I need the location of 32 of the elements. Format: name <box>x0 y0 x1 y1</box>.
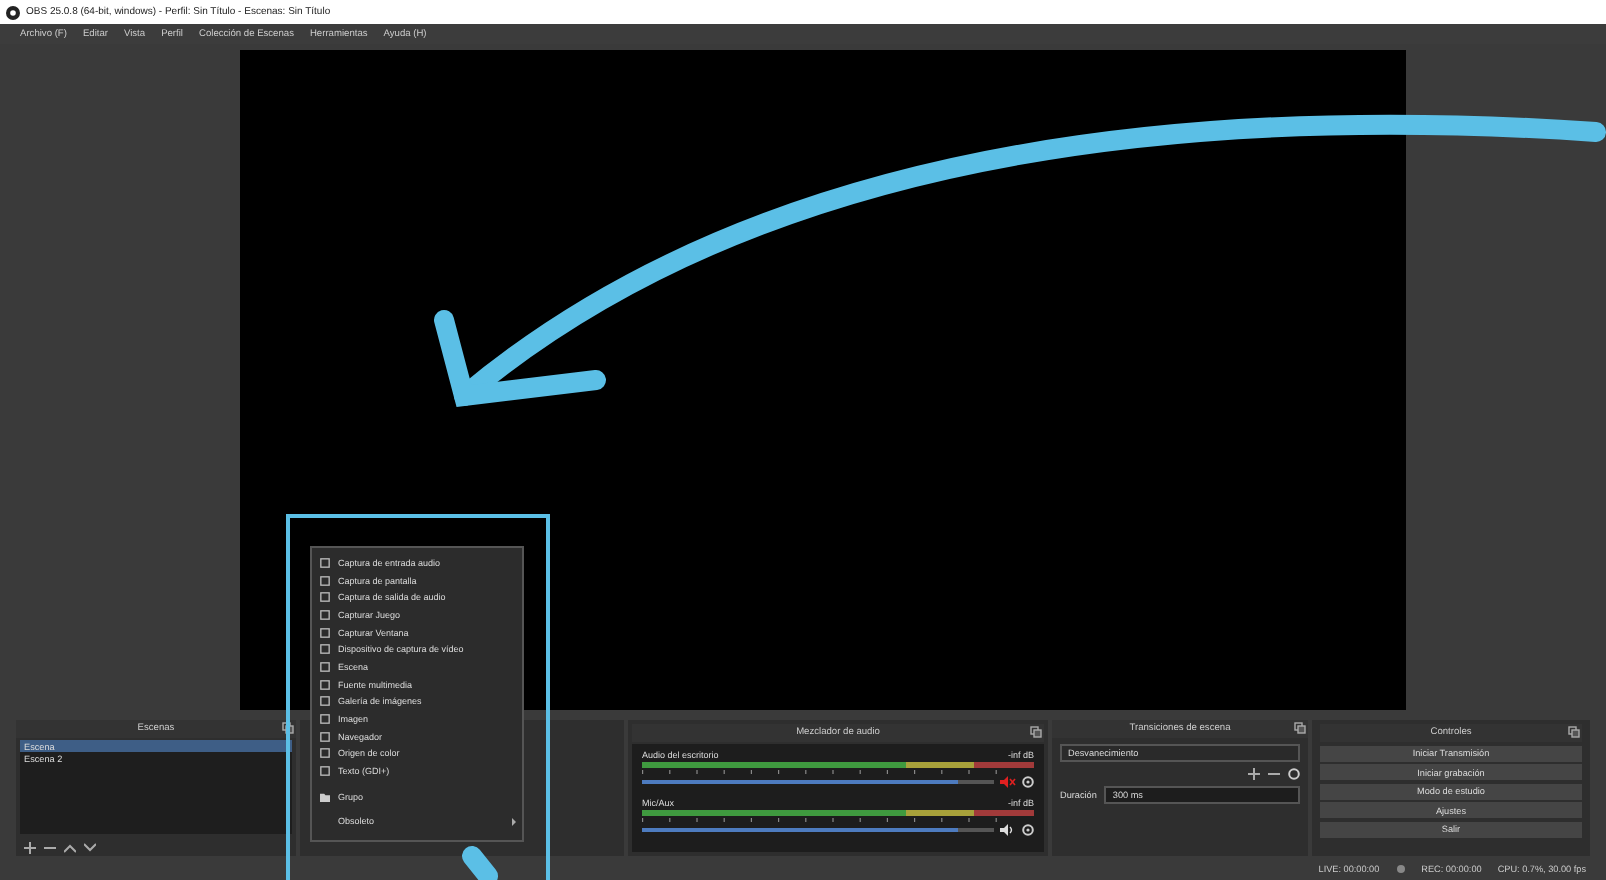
record-dot-icon <box>1395 863 1406 873</box>
square-icon <box>320 679 330 690</box>
float-icon[interactable] <box>1294 722 1306 734</box>
move-down-icon[interactable] <box>84 842 96 854</box>
float-icon[interactable] <box>282 722 294 734</box>
move-up-icon[interactable] <box>64 842 76 854</box>
square-icon <box>320 696 330 707</box>
app-logo-icon <box>6 5 20 19</box>
square-icon <box>320 627 330 638</box>
square-icon <box>320 748 330 759</box>
float-icon[interactable] <box>1030 726 1042 738</box>
add-icon[interactable] <box>1248 768 1260 780</box>
remove-icon[interactable] <box>44 842 56 854</box>
gear-icon[interactable] <box>1022 776 1034 788</box>
chevron-icon <box>510 817 518 826</box>
square-icon <box>320 644 330 655</box>
square-icon <box>320 609 330 620</box>
square-icon <box>320 592 330 603</box>
add-icon[interactable] <box>24 842 36 854</box>
square-icon <box>320 714 330 725</box>
gear-icon[interactable] <box>1022 824 1034 836</box>
speaker-icon[interactable] <box>1000 824 1016 836</box>
square-icon <box>320 557 330 568</box>
gear-icon[interactable] <box>1288 768 1300 780</box>
stroke-drawing <box>462 846 498 880</box>
remove-icon[interactable] <box>1268 768 1280 780</box>
float-icon[interactable] <box>1568 726 1580 738</box>
square-icon <box>320 766 330 777</box>
square-icon <box>320 731 330 742</box>
square-icon <box>320 575 330 586</box>
folder-icon <box>320 791 330 802</box>
square-icon <box>320 661 330 672</box>
